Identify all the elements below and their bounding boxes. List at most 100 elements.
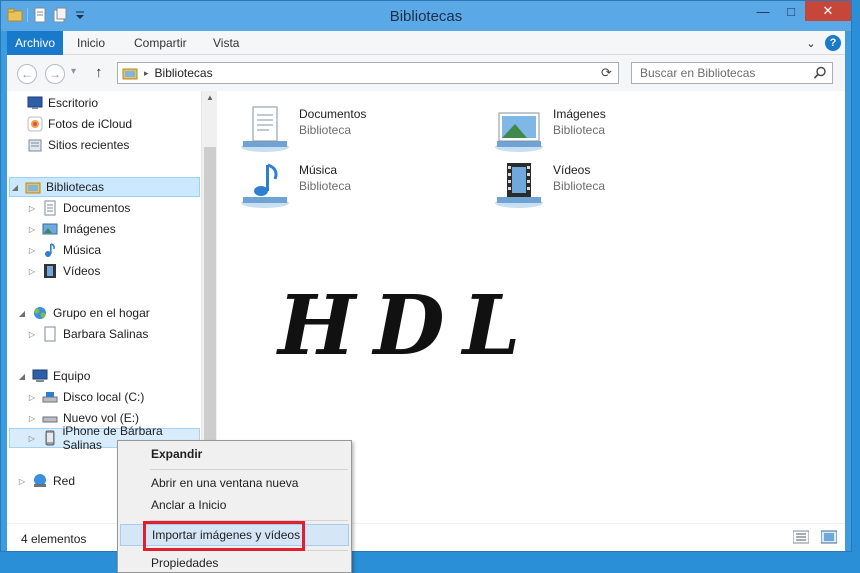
tree-label: Música: [63, 243, 102, 257]
computer-icon: [32, 369, 48, 382]
library-type: Biblioteca: [299, 179, 352, 193]
tree-label: Imágenes: [63, 222, 116, 236]
expanded-icon[interactable]: ◢: [17, 309, 27, 318]
tab-vista[interactable]: Vista: [213, 31, 239, 55]
title-bar[interactable]: Bibliotecas — □ ✕: [1, 1, 851, 31]
tree-item-bibliotecas[interactable]: ◢ Bibliotecas: [9, 177, 200, 197]
videos-icon: [44, 264, 56, 278]
window-controls: — □ ✕: [749, 1, 851, 21]
tree-label: Barbara Salinas: [63, 327, 149, 341]
highlight-annotation-box: [143, 521, 305, 551]
details-view-icon[interactable]: [793, 530, 809, 544]
tree-item-barbara-salinas[interactable]: ▷ Barbara Salinas: [27, 324, 148, 344]
tree-label: Sitios recientes: [48, 138, 130, 152]
expanded-icon[interactable]: ◢: [17, 372, 27, 381]
phone-icon: [45, 430, 55, 446]
menu-separator: [150, 469, 348, 470]
collapsed-icon[interactable]: ▷: [27, 414, 37, 423]
tab-archivo[interactable]: Archivo: [7, 31, 63, 55]
expanded-icon[interactable]: ◢: [10, 183, 20, 192]
tree-item-escritorio[interactable]: Escritorio: [27, 93, 98, 113]
tree-item-grupo-hogar[interactable]: ◢ Grupo en el hogar: [17, 303, 150, 323]
tree-item-equipo[interactable]: ◢ Equipo: [17, 366, 90, 386]
tree-item-videos[interactable]: ▷ Vídeos: [27, 261, 100, 281]
tree-item-disco-local[interactable]: ▷ Disco local (C:): [27, 387, 144, 407]
tree-label: Fotos de iCloud: [48, 117, 133, 131]
back-button[interactable]: ←: [17, 64, 37, 84]
help-icon[interactable]: ?: [825, 35, 841, 51]
library-name: Imágenes: [553, 107, 606, 121]
tree-item-fotos-icloud[interactable]: Fotos de iCloud: [27, 114, 132, 134]
address-bar[interactable]: ▸ Bibliotecas ▾: [117, 62, 605, 84]
ribbon-right-controls: ⌄ ?: [803, 35, 841, 51]
recent-locations-icon[interactable]: ▾: [71, 66, 76, 77]
network-icon: [34, 474, 46, 487]
library-type: Biblioteca: [553, 179, 606, 193]
tree-label: Documentos: [63, 201, 131, 215]
breadcrumb-bibliotecas[interactable]: Bibliotecas: [155, 66, 213, 80]
documents-icon: [44, 200, 56, 216]
library-videos[interactable]: Vídeos Biblioteca: [493, 161, 605, 209]
search-icon[interactable]: [813, 66, 827, 80]
tab-inicio[interactable]: Inicio: [77, 31, 105, 55]
tree-item-imagenes[interactable]: ▷ Imágenes: [27, 219, 116, 239]
minimize-button[interactable]: —: [749, 1, 777, 21]
view-switcher: [793, 530, 837, 544]
pictures-library-icon: [495, 112, 543, 152]
menu-item-expandir[interactable]: Expandir: [120, 443, 349, 465]
scroll-up-icon[interactable]: ▲: [202, 93, 218, 102]
ribbon-tabs: Archivo Inicio Compartir Vista ⌄ ?: [7, 31, 845, 55]
collapsed-icon[interactable]: ▷: [27, 225, 37, 234]
drive-icon: [42, 416, 58, 423]
collapsed-icon[interactable]: ▷: [27, 204, 37, 213]
collapsed-icon[interactable]: ▷: [27, 246, 37, 255]
menu-item-anclar-inicio[interactable]: Anclar a Inicio: [120, 494, 349, 516]
search-placeholder: Buscar en Bibliotecas: [640, 66, 756, 80]
menu-item-propiedades[interactable]: Propiedades: [120, 552, 349, 573]
documents-library-icon: [241, 106, 289, 152]
forward-button[interactable]: →: [45, 64, 65, 84]
collapsed-icon[interactable]: ▷: [27, 330, 37, 339]
music-library-icon: [241, 163, 289, 208]
library-musica[interactable]: Música Biblioteca: [239, 161, 351, 209]
library-type: Biblioteca: [299, 123, 352, 137]
hard-drive-icon: [42, 392, 58, 403]
library-imagenes[interactable]: Imágenes Biblioteca: [493, 105, 606, 153]
maximize-button[interactable]: □: [777, 1, 805, 21]
tree-item-musica[interactable]: ▷ Música: [27, 240, 101, 260]
icloud-photos-icon: [27, 116, 43, 132]
close-button[interactable]: ✕: [805, 1, 851, 21]
tree-label: Disco local (C:): [63, 390, 145, 404]
menu-item-abrir-ventana-nueva[interactable]: Abrir en una ventana nueva: [120, 472, 349, 494]
up-button[interactable]: ↑: [95, 64, 103, 81]
tree-item-documentos[interactable]: ▷ Documentos: [27, 198, 130, 218]
refresh-button[interactable]: ⟳: [595, 62, 619, 84]
collapsed-icon[interactable]: ▷: [27, 434, 37, 443]
item-count: 4 elementos: [21, 532, 87, 546]
search-input[interactable]: Buscar en Bibliotecas: [631, 62, 833, 84]
libraries-folder-icon: [122, 68, 138, 80]
tree-label: Bibliotecas: [46, 180, 105, 194]
tree-item-red[interactable]: ▷ Red: [17, 471, 75, 491]
music-icon: [45, 243, 55, 257]
expand-ribbon-icon[interactable]: ⌄: [803, 35, 819, 51]
tab-compartir[interactable]: Compartir: [134, 31, 187, 55]
tree-label: Nuevo vol (E:): [63, 411, 140, 425]
tree-label: Vídeos: [63, 264, 101, 278]
tree-label: Escritorio: [48, 96, 99, 110]
large-icons-view-icon[interactable]: [821, 530, 837, 544]
tree-label: Equipo: [53, 369, 91, 383]
collapsed-icon[interactable]: ▷: [27, 267, 37, 276]
hdl-watermark: HDL: [278, 278, 539, 374]
library-name: Vídeos: [553, 163, 591, 177]
breadcrumb-separator: ▸: [144, 67, 149, 78]
tree-item-sitios-recientes[interactable]: Sitios recientes: [27, 135, 129, 155]
scrollbar-thumb[interactable]: [204, 147, 216, 453]
collapsed-icon[interactable]: ▷: [27, 393, 37, 402]
navigation-bar: ← → ▾ ↑ ▸ Bibliotecas ▾ ⟳ Buscar en Bibl…: [7, 55, 845, 91]
recent-places-icon: [28, 139, 42, 152]
library-documentos[interactable]: Documentos Biblioteca: [239, 105, 366, 153]
user-icon: [44, 326, 56, 342]
collapsed-icon[interactable]: ▷: [17, 477, 27, 486]
library-type: Biblioteca: [553, 123, 606, 137]
